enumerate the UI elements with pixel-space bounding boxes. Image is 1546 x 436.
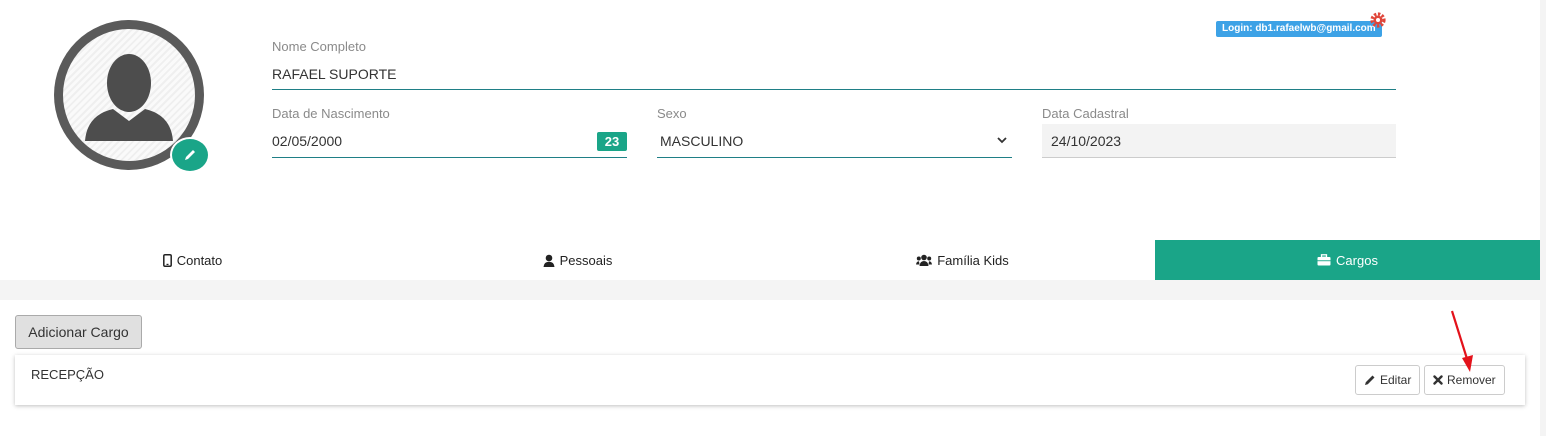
nascimento-field[interactable]: 02/05/2000	[272, 133, 342, 149]
pencil-icon	[1365, 375, 1375, 385]
cargo-name: RECEPÇÃO	[31, 367, 104, 382]
tab-pessoais[interactable]: Pessoais	[385, 240, 770, 280]
nome-label: Nome Completo	[272, 39, 366, 54]
login-badge: Login: db1.rafaelwb@gmail.com	[1216, 21, 1382, 37]
tab-contato[interactable]: Contato	[0, 240, 385, 280]
add-cargo-button[interactable]: Adicionar Cargo	[15, 315, 142, 349]
nome-field[interactable]: RAFAEL SUPORTE	[272, 66, 396, 82]
sexo-label: Sexo	[657, 106, 687, 121]
edit-photo-button[interactable]	[170, 137, 210, 173]
pencil-icon	[185, 150, 195, 160]
mobile-icon	[162, 253, 172, 267]
cadastral-field: 24/10/2023	[1051, 133, 1122, 149]
calendar-badge[interactable]: 23	[597, 132, 627, 151]
tab-cargos[interactable]: Cargos	[1155, 240, 1540, 280]
chevron-down-icon[interactable]	[996, 134, 1008, 146]
edit-button[interactable]: Editar	[1355, 365, 1421, 395]
close-icon	[1433, 375, 1443, 385]
tab-bar: Contato Pessoais Família Kids Cargos	[0, 240, 1540, 280]
cargo-row: RECEPÇÃO Editar Remover	[15, 355, 1525, 405]
users-icon	[916, 254, 933, 266]
cadastral-label: Data Cadastral	[1042, 106, 1129, 121]
briefcase-icon	[1317, 254, 1331, 266]
red-arrow-annotation	[1450, 310, 1473, 372]
nascimento-label: Data de Nascimento	[272, 106, 390, 121]
tab-familia-kids[interactable]: Família Kids	[770, 240, 1155, 280]
user-icon	[543, 254, 555, 267]
gear-icon[interactable]	[1369, 11, 1387, 29]
profile-card: Login: db1.rafaelwb@gmail.com Nome Compl…	[0, 0, 1540, 280]
sexo-select[interactable]: MASCULINO	[660, 133, 743, 149]
